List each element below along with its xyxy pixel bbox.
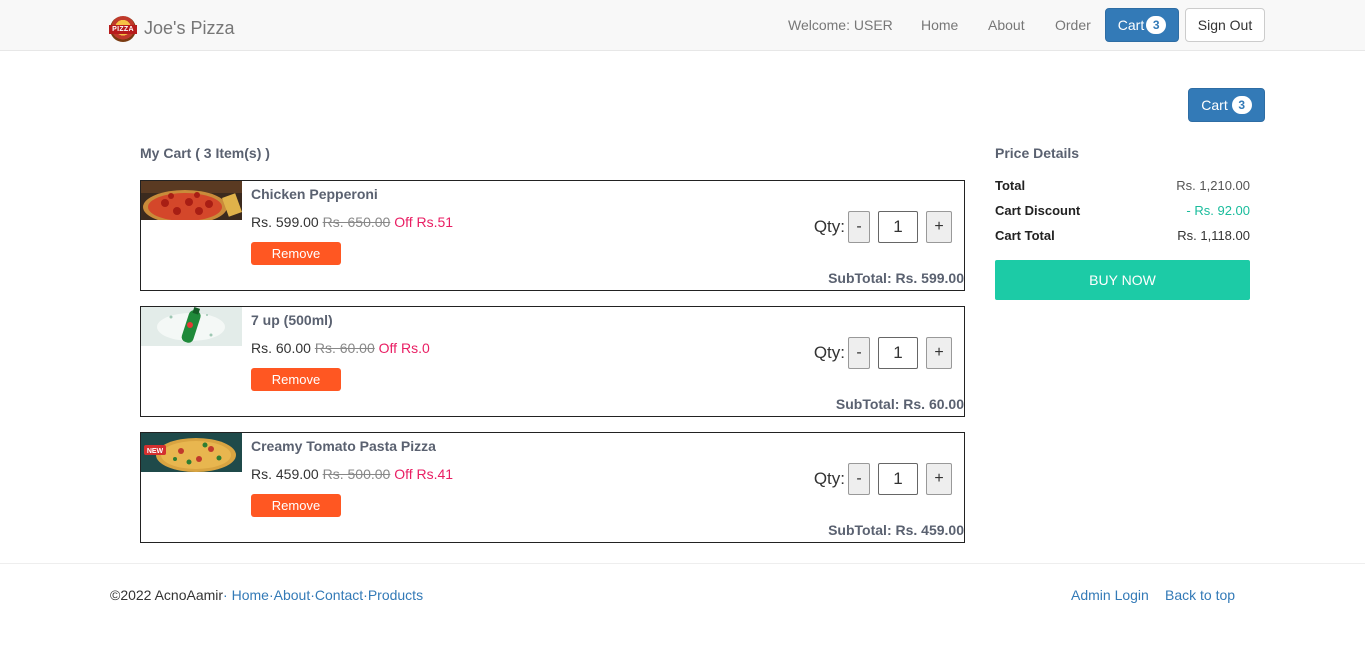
- navbar: PIZZA Joe's Pizza Welcome: USER Home Abo…: [0, 0, 1365, 51]
- item-current-price: Rs. 459.00: [251, 466, 319, 482]
- item-price: Rs. 459.00 Rs. 500.00 Off Rs.41: [251, 466, 453, 482]
- cart-item: Chicken Pepperoni Rs. 599.00 Rs. 650.00 …: [140, 180, 965, 291]
- cart-item: NEW Creamy Tomato Pasta Pizza Rs. 459.00…: [140, 432, 965, 543]
- cart-total-row: Cart Total Rs. 1,118.00: [995, 228, 1250, 243]
- qty-input[interactable]: [878, 337, 918, 369]
- copyright: ©2022 AcnoAamir: [110, 587, 224, 603]
- remove-button[interactable]: Remove: [251, 494, 341, 517]
- quantity-stepper: Qty: - +: [814, 337, 952, 369]
- cart-total-value: Rs. 1,118.00: [1177, 228, 1250, 243]
- footer-contact-link[interactable]: Contact: [315, 587, 363, 603]
- item-original-price: Rs. 500.00: [322, 466, 391, 482]
- discount-label: Cart Discount: [995, 203, 1081, 218]
- qty-input[interactable]: [878, 211, 918, 243]
- item-original-price: Rs. 650.00: [322, 214, 391, 230]
- footer-home-link[interactable]: Home: [232, 587, 269, 603]
- back-to-top-link[interactable]: Back to top: [1165, 587, 1235, 603]
- item-subtotal: SubTotal: Rs. 459.00: [828, 522, 964, 538]
- cart-count-badge: 3: [1231, 96, 1252, 114]
- qty-increase-button[interactable]: +: [926, 337, 952, 369]
- item-current-price: Rs. 60.00: [251, 340, 311, 356]
- item-discount: Off Rs.41: [394, 466, 454, 482]
- new-tag: NEW: [147, 448, 164, 455]
- quantity-stepper: Qty: - +: [814, 463, 952, 495]
- footer-products-link[interactable]: Products: [368, 587, 423, 603]
- qty-label: Qty:: [813, 469, 845, 488]
- item-subtotal: SubTotal: Rs. 60.00: [835, 396, 964, 412]
- total-value: Rs. 1,210.00: [1176, 178, 1250, 193]
- total-row: Total Rs. 1,210.00: [995, 178, 1250, 193]
- 7up-bottle-image: [141, 307, 242, 346]
- item-current-price: Rs. 599.00: [251, 214, 319, 230]
- remove-button[interactable]: Remove: [251, 242, 341, 265]
- quantity-stepper: Qty: - +: [814, 211, 952, 243]
- item-name: Chicken Pepperoni: [251, 186, 378, 202]
- welcome-text: Welcome: USER: [788, 17, 893, 33]
- cart-button-label: Cart: [1201, 97, 1228, 113]
- item-subtotal: SubTotal: Rs. 599.00: [828, 270, 964, 286]
- nav-cart-label: Cart: [1117, 17, 1145, 33]
- item-discount: Off Rs.51: [394, 214, 454, 230]
- nav-cart-count-badge: 3: [1146, 16, 1167, 34]
- footer-about-link[interactable]: About: [274, 587, 311, 603]
- qty-increase-button[interactable]: +: [926, 211, 952, 243]
- qty-decrease-button[interactable]: -: [848, 337, 870, 369]
- qty-increase-button[interactable]: +: [926, 463, 952, 495]
- item-name: Creamy Tomato Pasta Pizza: [251, 438, 436, 454]
- my-cart-title: My Cart ( 3 Item(s) ): [140, 145, 270, 161]
- pasta-pizza-image: NEW: [141, 433, 242, 472]
- footer-divider: [0, 563, 1365, 564]
- pepperoni-pizza-image: [141, 181, 242, 220]
- qty-label: Qty:: [813, 217, 845, 236]
- price-details-title: Price Details: [995, 145, 1080, 161]
- discount-row: Cart Discount - Rs. 92.00: [995, 203, 1250, 218]
- qty-input[interactable]: [878, 463, 918, 495]
- nav-links: Welcome: USER Home About Order Cart 3 Si…: [0, 0, 1365, 51]
- footer-links: ©2022 AcnoAamir· Home·About·Contact·Prod…: [110, 587, 424, 603]
- item-name: 7 up (500ml): [251, 312, 333, 328]
- sign-out-button[interactable]: Sign Out: [1185, 8, 1265, 42]
- total-label: Total: [995, 178, 1026, 193]
- admin-login-link[interactable]: Admin Login: [1071, 587, 1149, 603]
- nav-about[interactable]: About: [988, 17, 1025, 33]
- cart-total-label: Cart Total: [995, 228, 1055, 243]
- item-price: Rs. 60.00 Rs. 60.00 Off Rs.0: [251, 340, 430, 356]
- remove-button[interactable]: Remove: [251, 368, 341, 391]
- nav-home[interactable]: Home: [921, 17, 958, 33]
- discount-value: - Rs. 92.00: [1186, 203, 1250, 218]
- qty-label: Qty:: [813, 343, 845, 362]
- item-discount: Off Rs.0: [378, 340, 430, 356]
- qty-decrease-button[interactable]: -: [848, 463, 870, 495]
- nav-cart-button[interactable]: Cart 3: [1105, 8, 1179, 42]
- item-original-price: Rs. 60.00: [314, 340, 375, 356]
- cart-item: 7 up (500ml) Rs. 60.00 Rs. 60.00 Off Rs.…: [140, 306, 965, 417]
- nav-order[interactable]: Order: [1055, 17, 1091, 33]
- cart-button[interactable]: Cart 3: [1188, 88, 1265, 122]
- qty-decrease-button[interactable]: -: [848, 211, 870, 243]
- item-price: Rs. 599.00 Rs. 650.00 Off Rs.51: [251, 214, 453, 230]
- buy-now-button[interactable]: BUY NOW: [995, 260, 1250, 300]
